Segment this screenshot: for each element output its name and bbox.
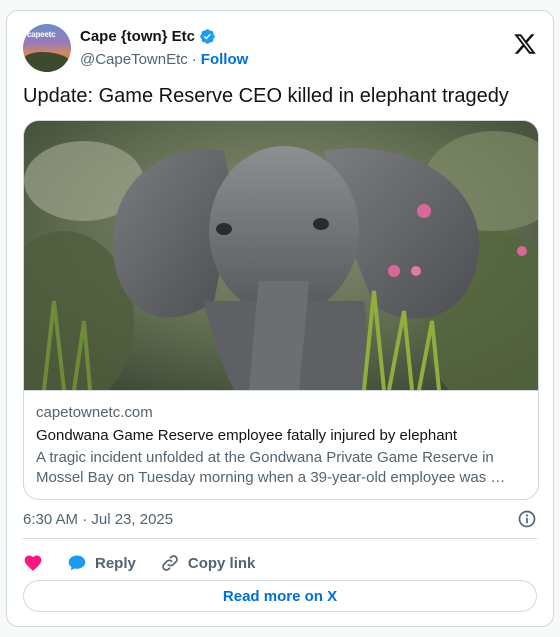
- user-handle[interactable]: @CapeTownEtc: [80, 51, 188, 68]
- avatar-landscape: [23, 52, 71, 72]
- read-more-button[interactable]: Read more on X: [23, 580, 537, 612]
- link-preview-card[interactable]: capetownetc.com Gondwana Game Reserve em…: [23, 120, 539, 500]
- elephant-photo: [24, 121, 538, 390]
- reply-button[interactable]: Reply: [67, 553, 136, 573]
- name-row: Cape {town} Etc: [80, 26, 248, 46]
- link-description: A tragic incident unfolded at the Gondwa…: [36, 449, 506, 486]
- like-button[interactable]: [23, 553, 43, 573]
- link-info: capetownetc.com Gondwana Game Reserve em…: [24, 390, 538, 499]
- separator-dot: ·: [191, 50, 197, 68]
- reply-bubble-icon: [68, 555, 86, 571]
- link-domain: capetownetc.com: [36, 404, 153, 421]
- link-icon: [162, 555, 178, 571]
- embedded-tweet-card: capeetc Cape {town} Etc @CapeTownEtc · F…: [6, 10, 554, 627]
- x-logo-icon[interactable]: [513, 32, 537, 56]
- user-info: Cape {town} Etc @CapeTownEtc · Follow: [80, 26, 248, 69]
- display-name[interactable]: Cape {town} Etc: [80, 28, 195, 45]
- info-icon[interactable]: [517, 509, 537, 529]
- avatar-logo-text: capeetc: [27, 30, 56, 39]
- link-title: Gondwana Game Reserve employee fatally i…: [36, 427, 458, 444]
- heart-icon: [24, 555, 42, 571]
- timestamp[interactable]: 6:30 AM · Jul 23, 2025: [23, 511, 173, 528]
- preview-image: [24, 121, 538, 390]
- verified-badge-icon: [200, 28, 215, 44]
- handle-row: @CapeTownEtc · Follow: [80, 49, 248, 69]
- tweet-text: Update: Game Reserve CEO killed in eleph…: [23, 85, 509, 107]
- copy-link-label: Copy link: [187, 554, 256, 572]
- action-bar: Reply Copy link: [23, 546, 537, 580]
- tweet-meta: 6:30 AM · Jul 23, 2025: [23, 507, 537, 531]
- copy-link-button[interactable]: Copy link: [160, 553, 256, 573]
- tweet-header: capeetc Cape {town} Etc @CapeTownEtc · F…: [23, 24, 537, 72]
- follow-button[interactable]: Follow: [201, 51, 249, 68]
- divider: [23, 538, 537, 539]
- reply-label: Reply: [95, 554, 136, 572]
- avatar[interactable]: capeetc: [23, 24, 71, 72]
